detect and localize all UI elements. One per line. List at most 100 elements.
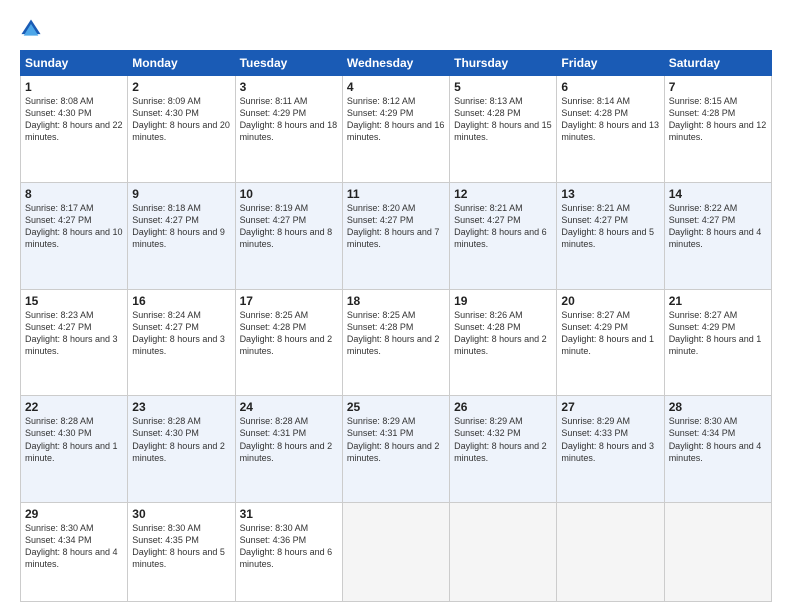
day-info: Sunrise: 8:20 AMSunset: 4:27 PMDaylight:… xyxy=(347,202,445,251)
weekday-header: Monday xyxy=(128,51,235,76)
day-number: 31 xyxy=(240,507,338,521)
day-info: Sunrise: 8:08 AMSunset: 4:30 PMDaylight:… xyxy=(25,95,123,144)
day-info: Sunrise: 8:12 AMSunset: 4:29 PMDaylight:… xyxy=(347,95,445,144)
calendar-day-cell: 28Sunrise: 8:30 AMSunset: 4:34 PMDayligh… xyxy=(664,396,771,503)
calendar-day-cell: 22Sunrise: 8:28 AMSunset: 4:30 PMDayligh… xyxy=(21,396,128,503)
calendar-day-cell: 1Sunrise: 8:08 AMSunset: 4:30 PMDaylight… xyxy=(21,76,128,183)
calendar-day-cell: 2Sunrise: 8:09 AMSunset: 4:30 PMDaylight… xyxy=(128,76,235,183)
calendar-day-cell: 3Sunrise: 8:11 AMSunset: 4:29 PMDaylight… xyxy=(235,76,342,183)
calendar-header-row: SundayMondayTuesdayWednesdayThursdayFrid… xyxy=(21,51,772,76)
calendar-day-cell: 30Sunrise: 8:30 AMSunset: 4:35 PMDayligh… xyxy=(128,503,235,602)
day-info: Sunrise: 8:21 AMSunset: 4:27 PMDaylight:… xyxy=(561,202,659,251)
day-number: 23 xyxy=(132,400,230,414)
day-info: Sunrise: 8:26 AMSunset: 4:28 PMDaylight:… xyxy=(454,309,552,358)
weekday-header: Thursday xyxy=(450,51,557,76)
calendar-day-cell: 29Sunrise: 8:30 AMSunset: 4:34 PMDayligh… xyxy=(21,503,128,602)
calendar-day-cell: 4Sunrise: 8:12 AMSunset: 4:29 PMDaylight… xyxy=(342,76,449,183)
calendar-day-cell xyxy=(557,503,664,602)
day-number: 6 xyxy=(561,80,659,94)
day-info: Sunrise: 8:25 AMSunset: 4:28 PMDaylight:… xyxy=(240,309,338,358)
day-number: 14 xyxy=(669,187,767,201)
calendar-day-cell: 14Sunrise: 8:22 AMSunset: 4:27 PMDayligh… xyxy=(664,182,771,289)
day-info: Sunrise: 8:09 AMSunset: 4:30 PMDaylight:… xyxy=(132,95,230,144)
day-info: Sunrise: 8:14 AMSunset: 4:28 PMDaylight:… xyxy=(561,95,659,144)
logo xyxy=(20,18,46,40)
day-number: 13 xyxy=(561,187,659,201)
day-info: Sunrise: 8:29 AMSunset: 4:31 PMDaylight:… xyxy=(347,415,445,464)
day-number: 19 xyxy=(454,294,552,308)
day-number: 27 xyxy=(561,400,659,414)
day-info: Sunrise: 8:22 AMSunset: 4:27 PMDaylight:… xyxy=(669,202,767,251)
calendar-day-cell: 31Sunrise: 8:30 AMSunset: 4:36 PMDayligh… xyxy=(235,503,342,602)
day-info: Sunrise: 8:30 AMSunset: 4:34 PMDaylight:… xyxy=(669,415,767,464)
calendar-day-cell: 5Sunrise: 8:13 AMSunset: 4:28 PMDaylight… xyxy=(450,76,557,183)
day-info: Sunrise: 8:27 AMSunset: 4:29 PMDaylight:… xyxy=(561,309,659,358)
calendar-day-cell: 26Sunrise: 8:29 AMSunset: 4:32 PMDayligh… xyxy=(450,396,557,503)
calendar-day-cell: 10Sunrise: 8:19 AMSunset: 4:27 PMDayligh… xyxy=(235,182,342,289)
page: SundayMondayTuesdayWednesdayThursdayFrid… xyxy=(0,0,792,612)
weekday-header: Tuesday xyxy=(235,51,342,76)
day-number: 26 xyxy=(454,400,552,414)
calendar-day-cell: 12Sunrise: 8:21 AMSunset: 4:27 PMDayligh… xyxy=(450,182,557,289)
day-info: Sunrise: 8:27 AMSunset: 4:29 PMDaylight:… xyxy=(669,309,767,358)
calendar-day-cell: 24Sunrise: 8:28 AMSunset: 4:31 PMDayligh… xyxy=(235,396,342,503)
day-number: 9 xyxy=(132,187,230,201)
day-number: 20 xyxy=(561,294,659,308)
calendar-day-cell: 27Sunrise: 8:29 AMSunset: 4:33 PMDayligh… xyxy=(557,396,664,503)
calendar-day-cell xyxy=(664,503,771,602)
day-info: Sunrise: 8:29 AMSunset: 4:33 PMDaylight:… xyxy=(561,415,659,464)
day-number: 12 xyxy=(454,187,552,201)
day-number: 29 xyxy=(25,507,123,521)
day-info: Sunrise: 8:30 AMSunset: 4:34 PMDaylight:… xyxy=(25,522,123,571)
day-info: Sunrise: 8:21 AMSunset: 4:27 PMDaylight:… xyxy=(454,202,552,251)
calendar-week-row: 8Sunrise: 8:17 AMSunset: 4:27 PMDaylight… xyxy=(21,182,772,289)
calendar-day-cell: 18Sunrise: 8:25 AMSunset: 4:28 PMDayligh… xyxy=(342,289,449,396)
day-number: 28 xyxy=(669,400,767,414)
calendar-day-cell: 21Sunrise: 8:27 AMSunset: 4:29 PMDayligh… xyxy=(664,289,771,396)
day-number: 16 xyxy=(132,294,230,308)
day-number: 10 xyxy=(240,187,338,201)
calendar-body: 1Sunrise: 8:08 AMSunset: 4:30 PMDaylight… xyxy=(21,76,772,602)
calendar-week-row: 1Sunrise: 8:08 AMSunset: 4:30 PMDaylight… xyxy=(21,76,772,183)
logo-icon xyxy=(20,18,42,40)
calendar-week-row: 22Sunrise: 8:28 AMSunset: 4:30 PMDayligh… xyxy=(21,396,772,503)
day-number: 30 xyxy=(132,507,230,521)
day-number: 15 xyxy=(25,294,123,308)
day-info: Sunrise: 8:17 AMSunset: 4:27 PMDaylight:… xyxy=(25,202,123,251)
day-number: 11 xyxy=(347,187,445,201)
day-number: 25 xyxy=(347,400,445,414)
weekday-header: Friday xyxy=(557,51,664,76)
day-info: Sunrise: 8:11 AMSunset: 4:29 PMDaylight:… xyxy=(240,95,338,144)
day-number: 2 xyxy=(132,80,230,94)
day-info: Sunrise: 8:28 AMSunset: 4:30 PMDaylight:… xyxy=(25,415,123,464)
day-info: Sunrise: 8:30 AMSunset: 4:36 PMDaylight:… xyxy=(240,522,338,571)
header xyxy=(20,18,772,40)
day-number: 8 xyxy=(25,187,123,201)
day-number: 5 xyxy=(454,80,552,94)
day-info: Sunrise: 8:15 AMSunset: 4:28 PMDaylight:… xyxy=(669,95,767,144)
calendar-day-cell: 17Sunrise: 8:25 AMSunset: 4:28 PMDayligh… xyxy=(235,289,342,396)
calendar-day-cell: 13Sunrise: 8:21 AMSunset: 4:27 PMDayligh… xyxy=(557,182,664,289)
day-number: 1 xyxy=(25,80,123,94)
day-info: Sunrise: 8:13 AMSunset: 4:28 PMDaylight:… xyxy=(454,95,552,144)
weekday-header: Saturday xyxy=(664,51,771,76)
day-info: Sunrise: 8:19 AMSunset: 4:27 PMDaylight:… xyxy=(240,202,338,251)
calendar-day-cell: 9Sunrise: 8:18 AMSunset: 4:27 PMDaylight… xyxy=(128,182,235,289)
calendar-day-cell: 7Sunrise: 8:15 AMSunset: 4:28 PMDaylight… xyxy=(664,76,771,183)
day-number: 4 xyxy=(347,80,445,94)
calendar-week-row: 29Sunrise: 8:30 AMSunset: 4:34 PMDayligh… xyxy=(21,503,772,602)
day-number: 7 xyxy=(669,80,767,94)
calendar-day-cell xyxy=(342,503,449,602)
calendar-day-cell xyxy=(450,503,557,602)
day-info: Sunrise: 8:24 AMSunset: 4:27 PMDaylight:… xyxy=(132,309,230,358)
day-number: 21 xyxy=(669,294,767,308)
calendar-week-row: 15Sunrise: 8:23 AMSunset: 4:27 PMDayligh… xyxy=(21,289,772,396)
calendar-day-cell: 15Sunrise: 8:23 AMSunset: 4:27 PMDayligh… xyxy=(21,289,128,396)
day-info: Sunrise: 8:23 AMSunset: 4:27 PMDaylight:… xyxy=(25,309,123,358)
calendar-day-cell: 20Sunrise: 8:27 AMSunset: 4:29 PMDayligh… xyxy=(557,289,664,396)
calendar-day-cell: 6Sunrise: 8:14 AMSunset: 4:28 PMDaylight… xyxy=(557,76,664,183)
day-number: 17 xyxy=(240,294,338,308)
day-info: Sunrise: 8:28 AMSunset: 4:31 PMDaylight:… xyxy=(240,415,338,464)
day-number: 18 xyxy=(347,294,445,308)
day-info: Sunrise: 8:29 AMSunset: 4:32 PMDaylight:… xyxy=(454,415,552,464)
